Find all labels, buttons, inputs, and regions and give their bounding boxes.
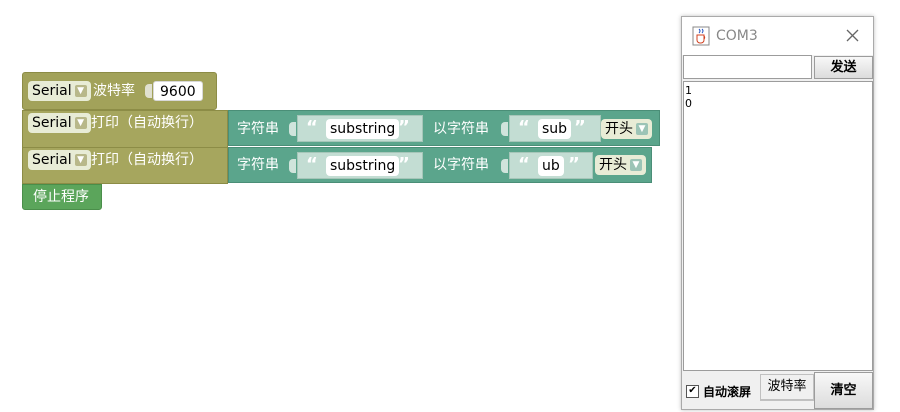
blockly-workspace: Serial ▼ 波特率 9600 Serial ▼ 打印（自动换行） 字符串 … <box>0 0 680 412</box>
startswith-block-1[interactable]: 字符串 “ substring ” 以字符串 “ sub ” 开头 ▼ <box>228 110 660 146</box>
serial-dropdown[interactable]: Serial ▼ <box>28 150 91 170</box>
open-quote-icon: “ <box>306 117 318 138</box>
dropdown-arrow-icon: ▼ <box>74 117 87 129</box>
position-dropdown-label: 开头 <box>605 121 633 137</box>
string-literal-block-2[interactable]: “ sub ” <box>509 115 601 142</box>
java-cup-icon <box>692 26 710 46</box>
string-value-field[interactable]: substring <box>326 119 400 139</box>
open-quote-icon: “ <box>306 154 318 175</box>
window-titlebar[interactable]: COM3 <box>682 17 873 55</box>
stop-program-label: 停止程序 <box>33 189 89 205</box>
string-value-field[interactable]: substring <box>326 156 400 176</box>
autoscroll-checkbox[interactable]: ✔ <box>686 384 699 398</box>
output-line: 0 <box>685 97 692 110</box>
serial-begin-block[interactable]: Serial ▼ 波特率 9600 <box>22 72 217 110</box>
startswith-label: 以字符串 <box>433 157 489 173</box>
string-literal-block-1[interactable]: “ substring ” <box>297 152 423 179</box>
dropdown-arrow-icon: ▼ <box>630 159 642 171</box>
dropdown-arrow-icon: ▼ <box>74 154 87 166</box>
println-label: 打印（自动换行） <box>91 115 203 131</box>
println-label: 打印（自动换行） <box>91 152 203 168</box>
serial-dropdown-label: Serial <box>32 152 72 168</box>
startswith-block-2[interactable]: 字符串 “ substring ” 以字符串 “ ub ” 开头 ▼ <box>228 147 652 183</box>
value-socket <box>145 84 152 98</box>
open-quote-icon: “ <box>518 117 530 138</box>
serial-dropdown[interactable]: Serial ▼ <box>28 113 91 133</box>
baud-rate-select-partial[interactable] <box>760 400 814 410</box>
baud-rate-input[interactable]: 9600 <box>153 81 203 101</box>
prefix-value-field[interactable]: sub <box>538 119 572 139</box>
value-socket <box>289 159 296 173</box>
close-icon[interactable] <box>846 29 859 42</box>
open-quote-icon: “ <box>518 154 530 175</box>
send-input[interactable] <box>683 55 812 79</box>
serial-println-block-1[interactable]: Serial ▼ 打印（自动换行） <box>22 110 228 148</box>
autoscroll-toggle[interactable]: ✔ 自动滚屏 <box>686 383 751 399</box>
dropdown-arrow-icon: ▼ <box>636 123 648 135</box>
close-quote-icon: ” <box>398 154 410 175</box>
value-socket <box>501 122 508 136</box>
position-dropdown[interactable]: 开头 ▼ <box>595 155 646 175</box>
position-dropdown-label: 开头 <box>599 157 627 173</box>
close-quote-icon: ” <box>398 117 410 138</box>
dropdown-arrow-icon: ▼ <box>74 85 87 97</box>
serial-output-area[interactable]: 1 0 <box>683 81 873 371</box>
close-quote-icon: ” <box>574 117 586 138</box>
window-title: COM3 <box>716 28 758 44</box>
serial-dropdown[interactable]: Serial ▼ <box>28 81 91 101</box>
close-quote-icon: ” <box>568 154 580 175</box>
baud-rate-label: 波特率 <box>93 83 135 99</box>
send-button[interactable]: 发送 <box>814 56 873 79</box>
startswith-label: 以字符串 <box>433 121 489 137</box>
string-label: 字符串 <box>237 157 279 173</box>
serial-monitor-window: COM3 发送 1 0 ✔ 自动滚屏 波特率 清空 <box>681 16 874 410</box>
prefix-value-field[interactable]: ub <box>538 156 564 176</box>
position-dropdown[interactable]: 开头 ▼ <box>601 119 652 139</box>
serial-println-block-2[interactable]: Serial ▼ 打印（自动换行） <box>22 147 228 184</box>
serial-dropdown-label: Serial <box>32 115 72 131</box>
baud-rate-button[interactable]: 波特率 <box>760 374 814 400</box>
output-line: 1 <box>685 84 692 97</box>
clear-button[interactable]: 清空 <box>814 372 873 409</box>
value-socket <box>289 122 296 136</box>
string-label: 字符串 <box>237 121 279 137</box>
string-literal-block-2[interactable]: “ ub ” <box>509 152 593 179</box>
stop-program-block[interactable]: 停止程序 <box>22 184 102 210</box>
string-literal-block-1[interactable]: “ substring ” <box>297 115 423 142</box>
value-socket <box>501 159 508 173</box>
autoscroll-label: 自动滚屏 <box>703 384 752 399</box>
serial-dropdown-label: Serial <box>32 83 72 99</box>
